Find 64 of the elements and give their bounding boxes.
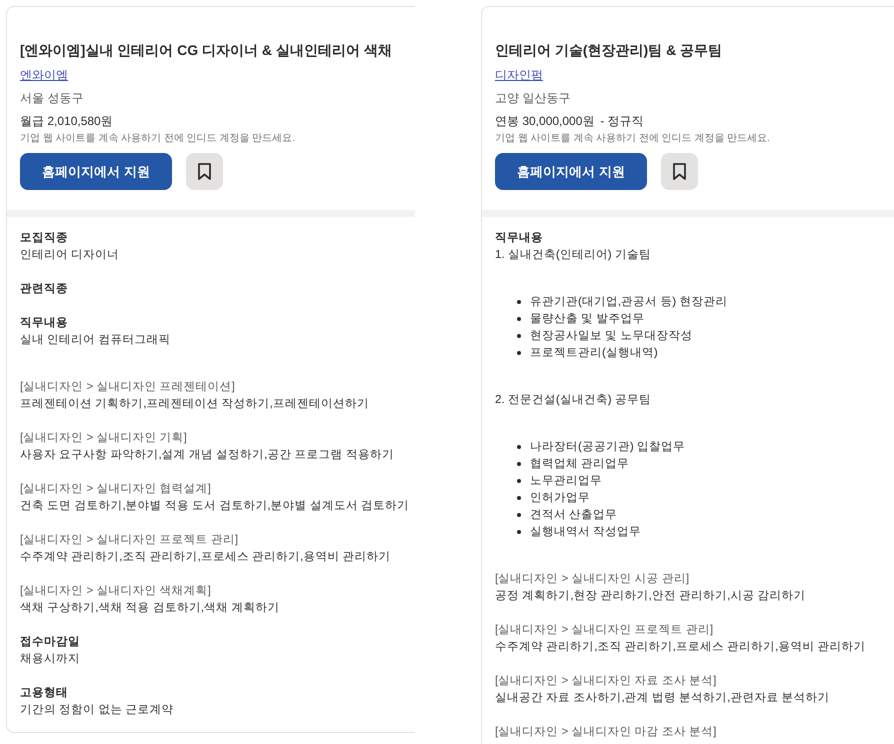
section-heading: 접수마감일: [20, 634, 81, 650]
job-location: 서울 성동구: [20, 90, 84, 107]
company-link[interactable]: 엔와이엠: [20, 67, 68, 84]
list-item: 노무관리업무: [530, 473, 602, 489]
detail-text: 2. 전문건설(실내건축) 공무팀: [495, 392, 652, 408]
duty-tasks: 건축 도면 검토하기,분야별 적용 도서 검토하기,분야별 설계도서 검토하기: [20, 498, 410, 514]
bullet-icon: [517, 316, 521, 320]
bullet-icon: [517, 462, 521, 466]
duty-category: [실내디자인 > 실내디자인 마감 조사 분석]: [495, 724, 718, 740]
section-heading: 직무내용: [20, 315, 69, 331]
account-notice: 기업 웹 사이트를 계속 사용하기 전에 인디드 계정을 만드세요.: [20, 132, 296, 146]
bullet-icon: [517, 334, 521, 338]
detail-text: 실내 인테리어 컴퓨터그래픽: [20, 332, 172, 348]
job-title: [엔와이엠]실내 인테리어 CG 디자이너 & 실내인테리어 색채: [20, 41, 393, 60]
detail-text: 인테리어 디자이너: [20, 247, 120, 263]
duty-tasks: 공정 계획하기,현장 관리하기,안전 관리하기,시공 감리하기: [495, 588, 807, 604]
job-location: 고양 일산동구: [495, 90, 572, 107]
duty-tasks: 실내공간 자료 조사하기,관계 법령 분석하기,관련자료 분석하기: [495, 690, 831, 706]
duty-tasks: 프레젠테이션 기획하기,프레젠테이션 작성하기,프레젠테이션하기: [20, 396, 370, 412]
duty-category: [실내디자인 > 실내디자인 협력설계]: [20, 481, 212, 497]
employment-type: - 정규직: [600, 113, 644, 130]
section-heading: 모집직종: [20, 230, 69, 246]
duty-category: [실내디자인 > 실내디자인 프로젝트 관리]: [495, 622, 714, 638]
list-item: 나라장터(공공기관) 입찰업무: [530, 439, 685, 455]
list-item: 프로젝트관리(실행내역): [530, 345, 658, 361]
list-item: 견적서 산출업무: [530, 507, 618, 523]
company-link[interactable]: 디자인펌: [495, 67, 543, 84]
list-item: 실행내역서 작성업무: [530, 524, 642, 540]
salary-text: 연봉 30,000,000원: [495, 113, 594, 130]
bullet-icon: [517, 350, 521, 354]
salary-text: 월급 2,010,580원: [20, 113, 113, 130]
bullet-icon: [517, 300, 521, 304]
detail-text: 1. 실내건축(인테리어) 기술팀: [495, 247, 652, 263]
bullet-icon: [517, 444, 521, 448]
duty-tasks: 수주계약 관리하기,조직 관리하기,프로세스 관리하기,용역비 관리하기: [495, 639, 867, 655]
bullet-icon: [517, 530, 521, 534]
section-heading: 고용형태: [20, 685, 69, 701]
duty-tasks: 수주계약 관리하기,조직 관리하기,프로세스 관리하기,용역비 관리하기: [20, 549, 392, 565]
list-item: 인허가업무: [530, 490, 590, 506]
duty-tasks: 색채 구상하기,색채 적용 검토하기,색채 계획하기: [20, 600, 280, 616]
bookmark-button[interactable]: [186, 153, 223, 190]
duty-category: [실내디자인 > 실내디자인 기획]: [20, 430, 188, 446]
list-item: 물량산출 및 발주업무: [530, 311, 644, 327]
duty-category: [실내디자인 > 실내디자인 프로젝트 관리]: [20, 532, 240, 548]
bullet-icon: [517, 478, 521, 482]
list-item: 유관기관(대기업,관공서 등) 현장관리: [530, 294, 728, 310]
duty-category: [실내디자인 > 실내디자인 자료 조사 분석]: [495, 673, 718, 689]
duty-category: [실내디자인 > 실내디자인 시공 관리]: [495, 571, 690, 587]
bullet-icon: [517, 512, 521, 516]
apply-button[interactable]: 홈페이지에서 지원: [495, 153, 647, 190]
section-heading: 관련직종: [20, 281, 69, 297]
detail-text: 채용시까지: [20, 651, 81, 667]
bookmark-button[interactable]: [661, 153, 698, 190]
apply-button[interactable]: 홈페이지에서 지원: [20, 153, 172, 190]
bullet-icon: [517, 496, 521, 500]
list-item: 협력업체 관리업무: [530, 456, 630, 472]
detail-text: 기간의 정함이 없는 근로계약: [20, 702, 175, 718]
duty-category: [실내디자인 > 실내디자인 색채계획]: [20, 583, 212, 599]
duty-tasks: 사용자 요구사항 파악하기,설계 개념 설정하기,공간 프로그램 적용하기: [20, 447, 395, 463]
section-heading: 직무내용: [495, 230, 544, 246]
list-item: 현장공사일보 및 노무대장작성: [530, 328, 692, 344]
job-title: 인테리어 기술(현장관리)팀 & 공무팀: [495, 41, 724, 60]
account-notice: 기업 웹 사이트를 계속 사용하기 전에 인디드 계정을 만드세요.: [495, 132, 772, 146]
duty-category: [실내디자인 > 실내디자인 프레젠테이션]: [20, 379, 236, 395]
